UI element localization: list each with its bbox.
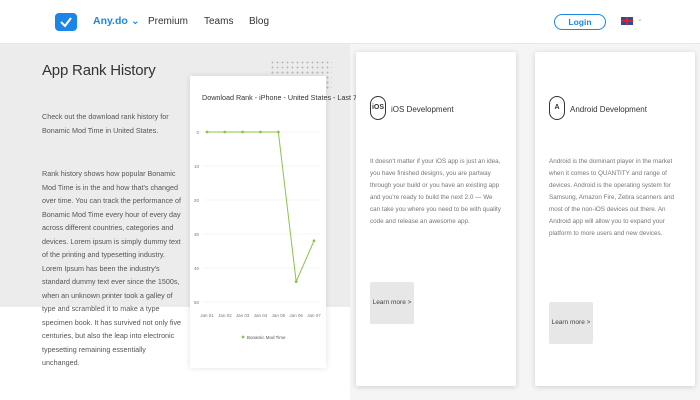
x-tick-label: Jan 05 [272,313,286,318]
android-development-card: A Android Development Android is the dom… [535,52,695,386]
uk-flag-icon[interactable] [621,17,633,25]
card-description: It doesn't matter if your iOS app is jus… [370,158,501,225]
x-tick-label: Jan 04 [254,313,268,318]
data-point [205,130,209,134]
data-point [223,130,227,134]
check-logo-icon[interactable] [55,13,77,31]
intro-text: Check out the download rank history for … [42,112,169,135]
nav-link-blog[interactable]: Blog [249,16,269,27]
apple-icon: iOS [370,96,386,120]
data-point [259,130,262,134]
card-title: Android Development [570,105,647,114]
y-tick-label: 50 [194,300,200,305]
series-line [207,131,315,284]
android-icon: A [549,96,565,120]
learn-more-button[interactable]: Learn more > [370,282,414,324]
ios-development-card: iOS iOS Development It doesn't matter if… [356,52,516,386]
x-tick-label: Jan 03 [236,313,250,318]
x-tick-label: Jan 06 [289,313,303,318]
y-tick-label: 10 [194,164,200,169]
top-navbar: Any.do ⌄ Premium Teams Blog Login ⌄ [0,0,700,44]
legend-marker [241,335,245,339]
x-tick-label: Jan 02 [218,313,232,318]
brand-menu[interactable]: Any.do ⌄ [93,15,140,27]
legend-label: Bonamic Mod Time [247,335,286,340]
nav-link-teams[interactable]: Teams [204,16,233,27]
x-tick-label: Jan 07 [307,313,321,318]
y-tick-label: 30 [194,232,200,237]
data-point [241,130,245,134]
x-tick-label: Jan 01 [200,313,214,318]
y-tick-label: 40 [194,266,200,271]
y-tick-label: 0 [196,130,199,135]
rank-chart: 0 10 20 30 40 50 Jan 01 Jan 02 Jan 03 Jan 04 Jan 0… [194,130,321,340]
login-button[interactable]: Login [554,14,606,30]
y-tick-label: 20 [194,198,200,203]
language-chevron-icon[interactable]: ⌄ [637,15,643,23]
nav-link-premium[interactable]: Premium [148,16,188,27]
page-title: App Rank History [42,62,156,79]
chevron-down-icon: ⌄ [130,15,140,27]
data-point [276,130,280,134]
learn-more-button[interactable]: Learn more > [549,302,593,344]
card-title: iOS Development [391,105,454,114]
body-text: Rank history shows how popular Bonamic M… [42,169,182,367]
rank-chart-card: Download Rank - iPhone - United States -… [190,76,375,368]
data-point [312,239,316,243]
brand-name: Any.do [93,15,128,27]
data-point [294,280,298,283]
card-description: Android is the dominant player in the ma… [549,158,674,237]
